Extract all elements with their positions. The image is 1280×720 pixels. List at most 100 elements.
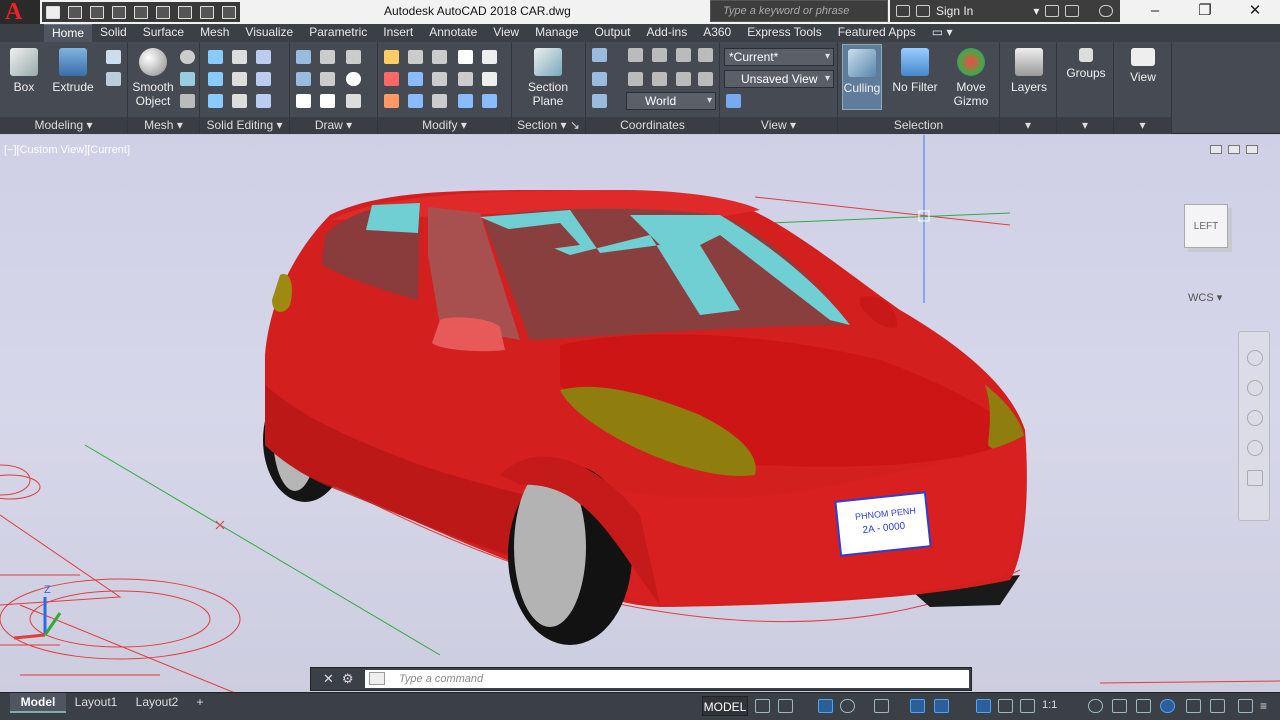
polysolid-icon[interactable] bbox=[106, 50, 121, 64]
groups-button[interactable]: Groups bbox=[1061, 48, 1111, 80]
orbit-icon[interactable] bbox=[1247, 440, 1263, 456]
wcs-menu[interactable]: WCS ▾ bbox=[1188, 291, 1222, 304]
recent-commands-icon[interactable] bbox=[369, 672, 385, 685]
offset-icon[interactable] bbox=[320, 50, 335, 64]
ucs-object-icon[interactable] bbox=[676, 72, 691, 86]
help-search-input[interactable]: Type a keyword or phrase bbox=[710, 0, 888, 22]
open-file-icon[interactable] bbox=[68, 5, 82, 19]
hardware-acceleration-icon[interactable] bbox=[1186, 699, 1201, 713]
viewcube-face[interactable]: LEFT bbox=[1184, 204, 1228, 248]
steering-wheel-icon[interactable] bbox=[1247, 350, 1263, 366]
layout-tab-layout2[interactable]: Layout2 bbox=[128, 693, 186, 713]
tab-parametric[interactable]: Parametric bbox=[301, 24, 375, 42]
draw-panel-title[interactable]: Draw ▾ bbox=[290, 117, 377, 134]
sign-in-link[interactable]: Sign In bbox=[936, 4, 973, 18]
view-panel-title[interactable]: View ▾ bbox=[720, 117, 837, 134]
union-icon[interactable] bbox=[208, 50, 223, 64]
ribbon-minimize-icon[interactable]: ▭ ▾ bbox=[924, 24, 961, 42]
tab-view[interactable]: View bbox=[485, 24, 527, 42]
groups-expand[interactable]: ▾ bbox=[1057, 117, 1113, 134]
thicken-icon[interactable] bbox=[232, 94, 247, 108]
mesh-smooth-more-icon[interactable] bbox=[180, 50, 195, 64]
tab-output[interactable]: Output bbox=[586, 24, 638, 42]
no-filter-button[interactable]: No Filter bbox=[890, 48, 940, 94]
ucs-dropdown[interactable]: World bbox=[626, 92, 716, 110]
ucs-y-icon[interactable] bbox=[676, 48, 691, 62]
showmotion-icon[interactable] bbox=[1247, 470, 1263, 486]
selection-panel-title[interactable]: Selection bbox=[838, 117, 999, 134]
user-icon[interactable] bbox=[916, 5, 930, 17]
ellipse-icon[interactable] bbox=[346, 94, 361, 108]
osnap-icon[interactable] bbox=[934, 699, 949, 713]
coordinates-panel-title[interactable]: Coordinates bbox=[586, 117, 719, 134]
tab-solid[interactable]: Solid bbox=[92, 24, 135, 42]
redo-icon[interactable] bbox=[178, 5, 192, 19]
clean-screen-icon[interactable] bbox=[1210, 699, 1225, 713]
annotation-monitor-icon[interactable] bbox=[1112, 699, 1127, 713]
ucs-x-icon[interactable] bbox=[652, 48, 667, 62]
model-space-button[interactable]: MODEL bbox=[702, 696, 748, 716]
box-button[interactable]: Box bbox=[4, 48, 44, 94]
explode-icon[interactable] bbox=[458, 72, 473, 86]
units-icon[interactable] bbox=[1136, 699, 1151, 713]
3d-rotate-icon[interactable] bbox=[482, 94, 497, 108]
arc-icon[interactable] bbox=[346, 50, 361, 64]
cart-icon[interactable] bbox=[1045, 5, 1060, 17]
move-gizmo-button[interactable]: Move Gizmo bbox=[948, 48, 994, 108]
zoom-icon[interactable] bbox=[1247, 410, 1263, 426]
share-icon[interactable] bbox=[200, 5, 214, 19]
culling-button[interactable]: Culling bbox=[842, 44, 882, 110]
save-icon[interactable] bbox=[90, 5, 104, 19]
fillet-icon[interactable] bbox=[408, 94, 423, 108]
section-panel-title[interactable]: Section ▾ ↘ bbox=[512, 117, 585, 134]
line-icon[interactable] bbox=[320, 72, 335, 86]
erase-icon[interactable] bbox=[458, 50, 473, 64]
ucs-world-icon[interactable] bbox=[628, 48, 643, 62]
tab-insert[interactable]: Insert bbox=[375, 24, 421, 42]
restore-icon[interactable]: ❐ bbox=[1180, 0, 1230, 24]
tab-express-tools[interactable]: Express Tools bbox=[739, 24, 829, 42]
ucs-named-icon[interactable] bbox=[592, 72, 607, 86]
tab-add-ins[interactable]: Add-ins bbox=[639, 24, 696, 42]
layers-button[interactable]: Layers bbox=[1006, 48, 1052, 94]
viewcube[interactable]: LEFT bbox=[1170, 190, 1250, 270]
annotation-scale-icon[interactable] bbox=[1020, 699, 1035, 713]
move-icon[interactable] bbox=[384, 50, 399, 64]
new-file-icon[interactable] bbox=[46, 5, 60, 19]
ucs-icon[interactable] bbox=[592, 48, 607, 62]
visual-style-dropdown[interactable]: *Current* bbox=[724, 48, 834, 66]
isolate-objects-icon[interactable] bbox=[1160, 699, 1175, 713]
slice-icon[interactable] bbox=[232, 72, 247, 86]
annotation-scale-value[interactable]: 1:1 bbox=[1042, 699, 1057, 711]
subtract-icon[interactable] bbox=[208, 72, 223, 86]
osnap-tracking-icon[interactable] bbox=[910, 699, 925, 713]
isodraft-icon[interactable] bbox=[874, 699, 889, 713]
3d-array-icon[interactable] bbox=[482, 72, 497, 86]
minimize-icon[interactable]: – bbox=[1130, 0, 1180, 24]
mesh-refine-icon[interactable] bbox=[180, 72, 195, 86]
command-input[interactable]: Type a command bbox=[365, 670, 969, 688]
scale-icon[interactable] bbox=[432, 72, 447, 86]
trim-icon[interactable] bbox=[384, 94, 399, 108]
copy-icon[interactable] bbox=[408, 50, 423, 64]
customize-qat-icon[interactable] bbox=[222, 5, 236, 19]
auto-scale-icon[interactable] bbox=[998, 699, 1013, 713]
presspull-icon[interactable] bbox=[106, 72, 121, 86]
array-icon[interactable] bbox=[432, 94, 447, 108]
layers-expand[interactable]: ▾ bbox=[1000, 117, 1056, 134]
add-layout-button[interactable]: + bbox=[190, 693, 210, 713]
workspace-gear-icon[interactable] bbox=[1088, 699, 1103, 713]
help-icon[interactable] bbox=[1099, 5, 1114, 17]
print-icon[interactable] bbox=[134, 5, 148, 19]
tab-visualize[interactable]: Visualize bbox=[237, 24, 301, 42]
section-plane-button[interactable]: Section Plane bbox=[526, 48, 570, 108]
tab-surface[interactable]: Surface bbox=[135, 24, 192, 42]
solid-editing-panel-title[interactable]: Solid Editing ▾ bbox=[200, 117, 289, 134]
smooth-object-button[interactable]: Smooth Object bbox=[130, 48, 176, 108]
sign-in-dropdown-icon[interactable]: ▾ bbox=[1033, 4, 1039, 18]
tab-mesh[interactable]: Mesh bbox=[192, 24, 237, 42]
mesh-crease-icon[interactable] bbox=[180, 94, 195, 108]
a360-icon[interactable] bbox=[1065, 5, 1080, 17]
application-menu-button[interactable]: A bbox=[0, 0, 40, 25]
ucs-3point-icon[interactable] bbox=[628, 72, 643, 86]
